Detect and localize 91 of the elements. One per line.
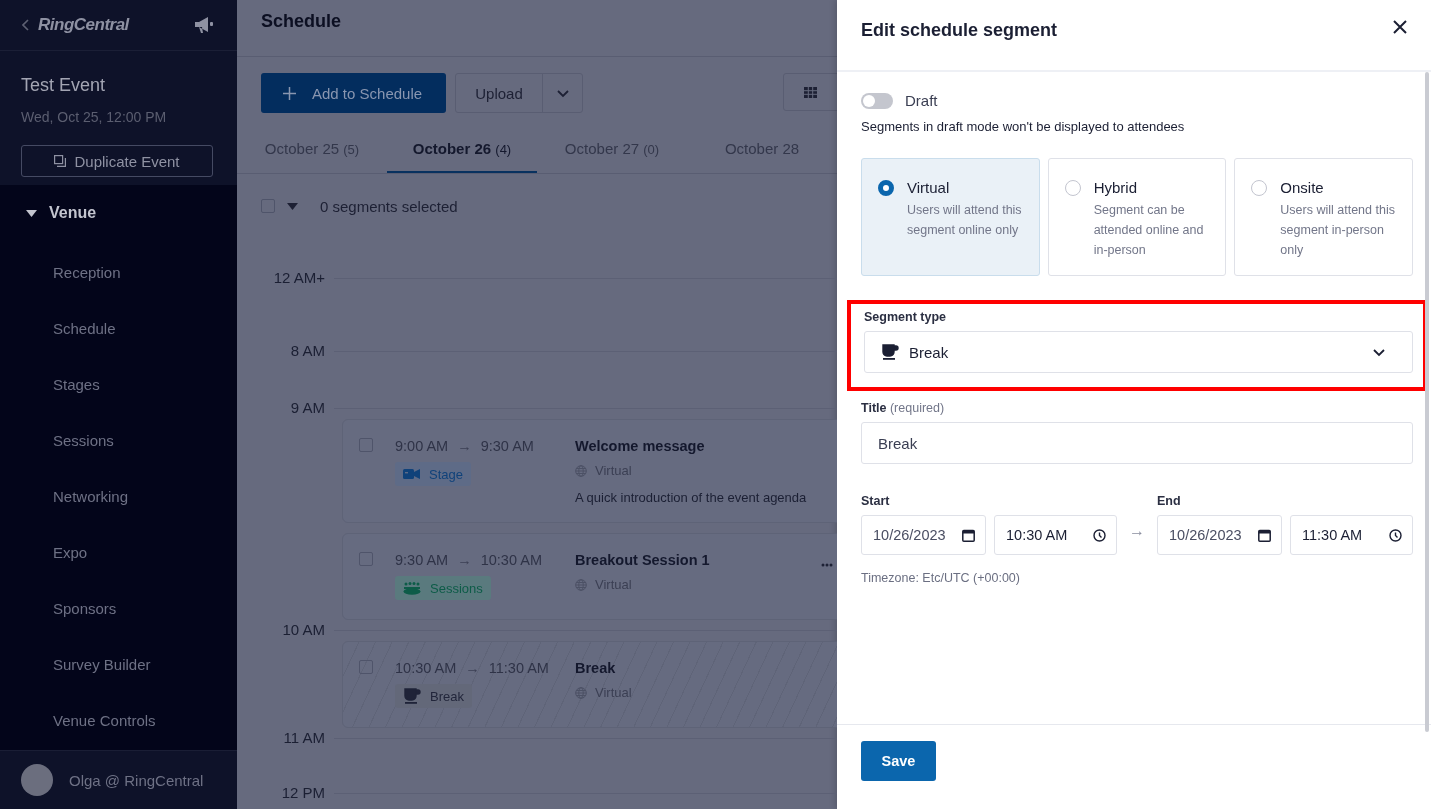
duplicate-event-button[interactable]: Duplicate Event [21, 145, 213, 177]
nav-item[interactable]: Reception [0, 245, 237, 301]
end-time-field[interactable]: 11:30 AM [1290, 515, 1413, 555]
video-camera-icon [403, 468, 420, 480]
attendance-option[interactable]: Hybrid Segment can be attended online and in-person [1047, 158, 1227, 276]
option-description: Segment can be attended online and in-person [1093, 202, 1205, 259]
close-button[interactable] [1393, 20, 1407, 34]
panel-title: Edit schedule segment [861, 19, 1058, 41]
hour-label: 10 AM [281, 621, 325, 639]
nav-item[interactable]: Stages [0, 357, 237, 413]
segment-title: Welcome message [575, 438, 706, 454]
start-label: Start [861, 494, 891, 508]
more-icon[interactable] [821, 563, 833, 567]
draft-note: Segments in draft mode won't be displayed to attendees [861, 119, 1186, 134]
segment-type-dropdown[interactable]: Break [864, 331, 1413, 373]
segment-title: Break [575, 660, 617, 676]
hour-label: 12 PM [280, 784, 325, 802]
grid-icon [804, 86, 817, 98]
hour-label: 11 AM [282, 729, 325, 747]
segment-type-tag: Sessions [395, 576, 491, 600]
plus-icon [283, 86, 296, 100]
arrow-text: → [465, 660, 480, 676]
nav-item[interactable]: Venue Controls [0, 693, 237, 749]
end-label: End [1157, 494, 1182, 508]
draft-label: Draft [905, 92, 938, 109]
clock-icon [1093, 528, 1106, 542]
start-date-field[interactable]: 10/26/2023 [861, 515, 986, 555]
clock-icon [1389, 528, 1402, 542]
save-button[interactable]: Save [861, 741, 936, 781]
cup-icon [403, 687, 421, 705]
arrow-text: → [457, 552, 472, 568]
hour-label: 9 AM [289, 399, 325, 417]
radio-button[interactable] [1064, 180, 1081, 196]
logo: RingCentral [38, 15, 131, 35]
option-description: Users will attend this segment online only [907, 202, 1023, 239]
venue-section[interactable]: Venue [0, 199, 237, 227]
caret-down-icon[interactable] [287, 202, 298, 210]
end-time: 10:30 AM [480, 552, 542, 568]
start-time: 9:30 AM [395, 552, 449, 568]
date-tab[interactable]: October 26 (4) [387, 128, 537, 173]
back-icon[interactable] [22, 19, 30, 31]
option-title: Hybrid [1093, 179, 1138, 196]
start-time-field[interactable]: 10:30 AM [994, 515, 1117, 555]
segment-type-tag: Stage [395, 462, 471, 486]
calendar-icon [962, 528, 975, 542]
option-title: Virtual [907, 179, 951, 196]
hour-label: 8 AM [289, 342, 325, 360]
add-to-schedule-button[interactable]: Add to Schedule [261, 73, 446, 113]
arrow-text: → [457, 438, 472, 454]
timezone-text: Timezone: Etc/UTC (+00:00) [861, 571, 1021, 585]
nav-item[interactable]: Sponsors [0, 581, 237, 637]
user-name[interactable]: Olga @ RingCentral [69, 771, 204, 789]
attendance-option[interactable]: Virtual Users will attend this segment online only [861, 158, 1040, 276]
option-description: Users will attend this segment in-person only [1280, 202, 1396, 259]
event-date: Wed, Oct 25, 12:00 PM [21, 109, 167, 125]
option-title: Onsite [1280, 179, 1325, 196]
end-time: 11:30 AM [488, 660, 549, 676]
event-title: Test Event [21, 75, 106, 96]
calendar-icon [1258, 528, 1271, 542]
megaphone-icon[interactable] [193, 16, 215, 34]
nav-item[interactable]: Expo [0, 525, 237, 581]
radio-button[interactable] [878, 180, 894, 196]
draft-toggle[interactable] [861, 92, 893, 109]
page-title: Schedule [261, 10, 342, 32]
avatar [21, 764, 53, 796]
selection-count: 0 segments selected [320, 197, 458, 215]
segment-type-tag: Break [395, 684, 472, 708]
segment-type-label: Segment type [864, 310, 947, 324]
radio-button[interactable] [1251, 180, 1268, 196]
title-input-field[interactable]: Break [861, 422, 1413, 464]
duplicate-icon [54, 155, 67, 167]
cup-icon [881, 343, 899, 361]
globe-icon [575, 578, 587, 591]
start-time: 9:00 AM [395, 438, 449, 454]
end-date-field[interactable]: 10/26/2023 [1157, 515, 1282, 555]
title-label: Title (required) [861, 401, 946, 415]
arrow-text: → [1128, 521, 1146, 541]
group-icon [403, 581, 421, 595]
nav-item[interactable]: Sessions [0, 413, 237, 469]
segment-description: A quick introduction of the event agenda [575, 490, 807, 505]
attendance-option[interactable]: Onsite Users will attend this segment in-person only [1234, 158, 1413, 276]
close-icon [1393, 20, 1407, 34]
nav-item[interactable]: Networking [0, 469, 237, 525]
start-time: 10:30 AM [395, 660, 457, 676]
nav-item[interactable]: Schedule [0, 301, 237, 357]
hour-label: 12 AM+ [272, 269, 325, 287]
segment-title: Breakout Session 1 [575, 552, 710, 568]
nav-item[interactable]: Survey Builder [0, 637, 237, 693]
globe-icon [575, 686, 587, 699]
globe-icon [575, 464, 587, 477]
end-time: 9:30 AM [480, 438, 534, 454]
